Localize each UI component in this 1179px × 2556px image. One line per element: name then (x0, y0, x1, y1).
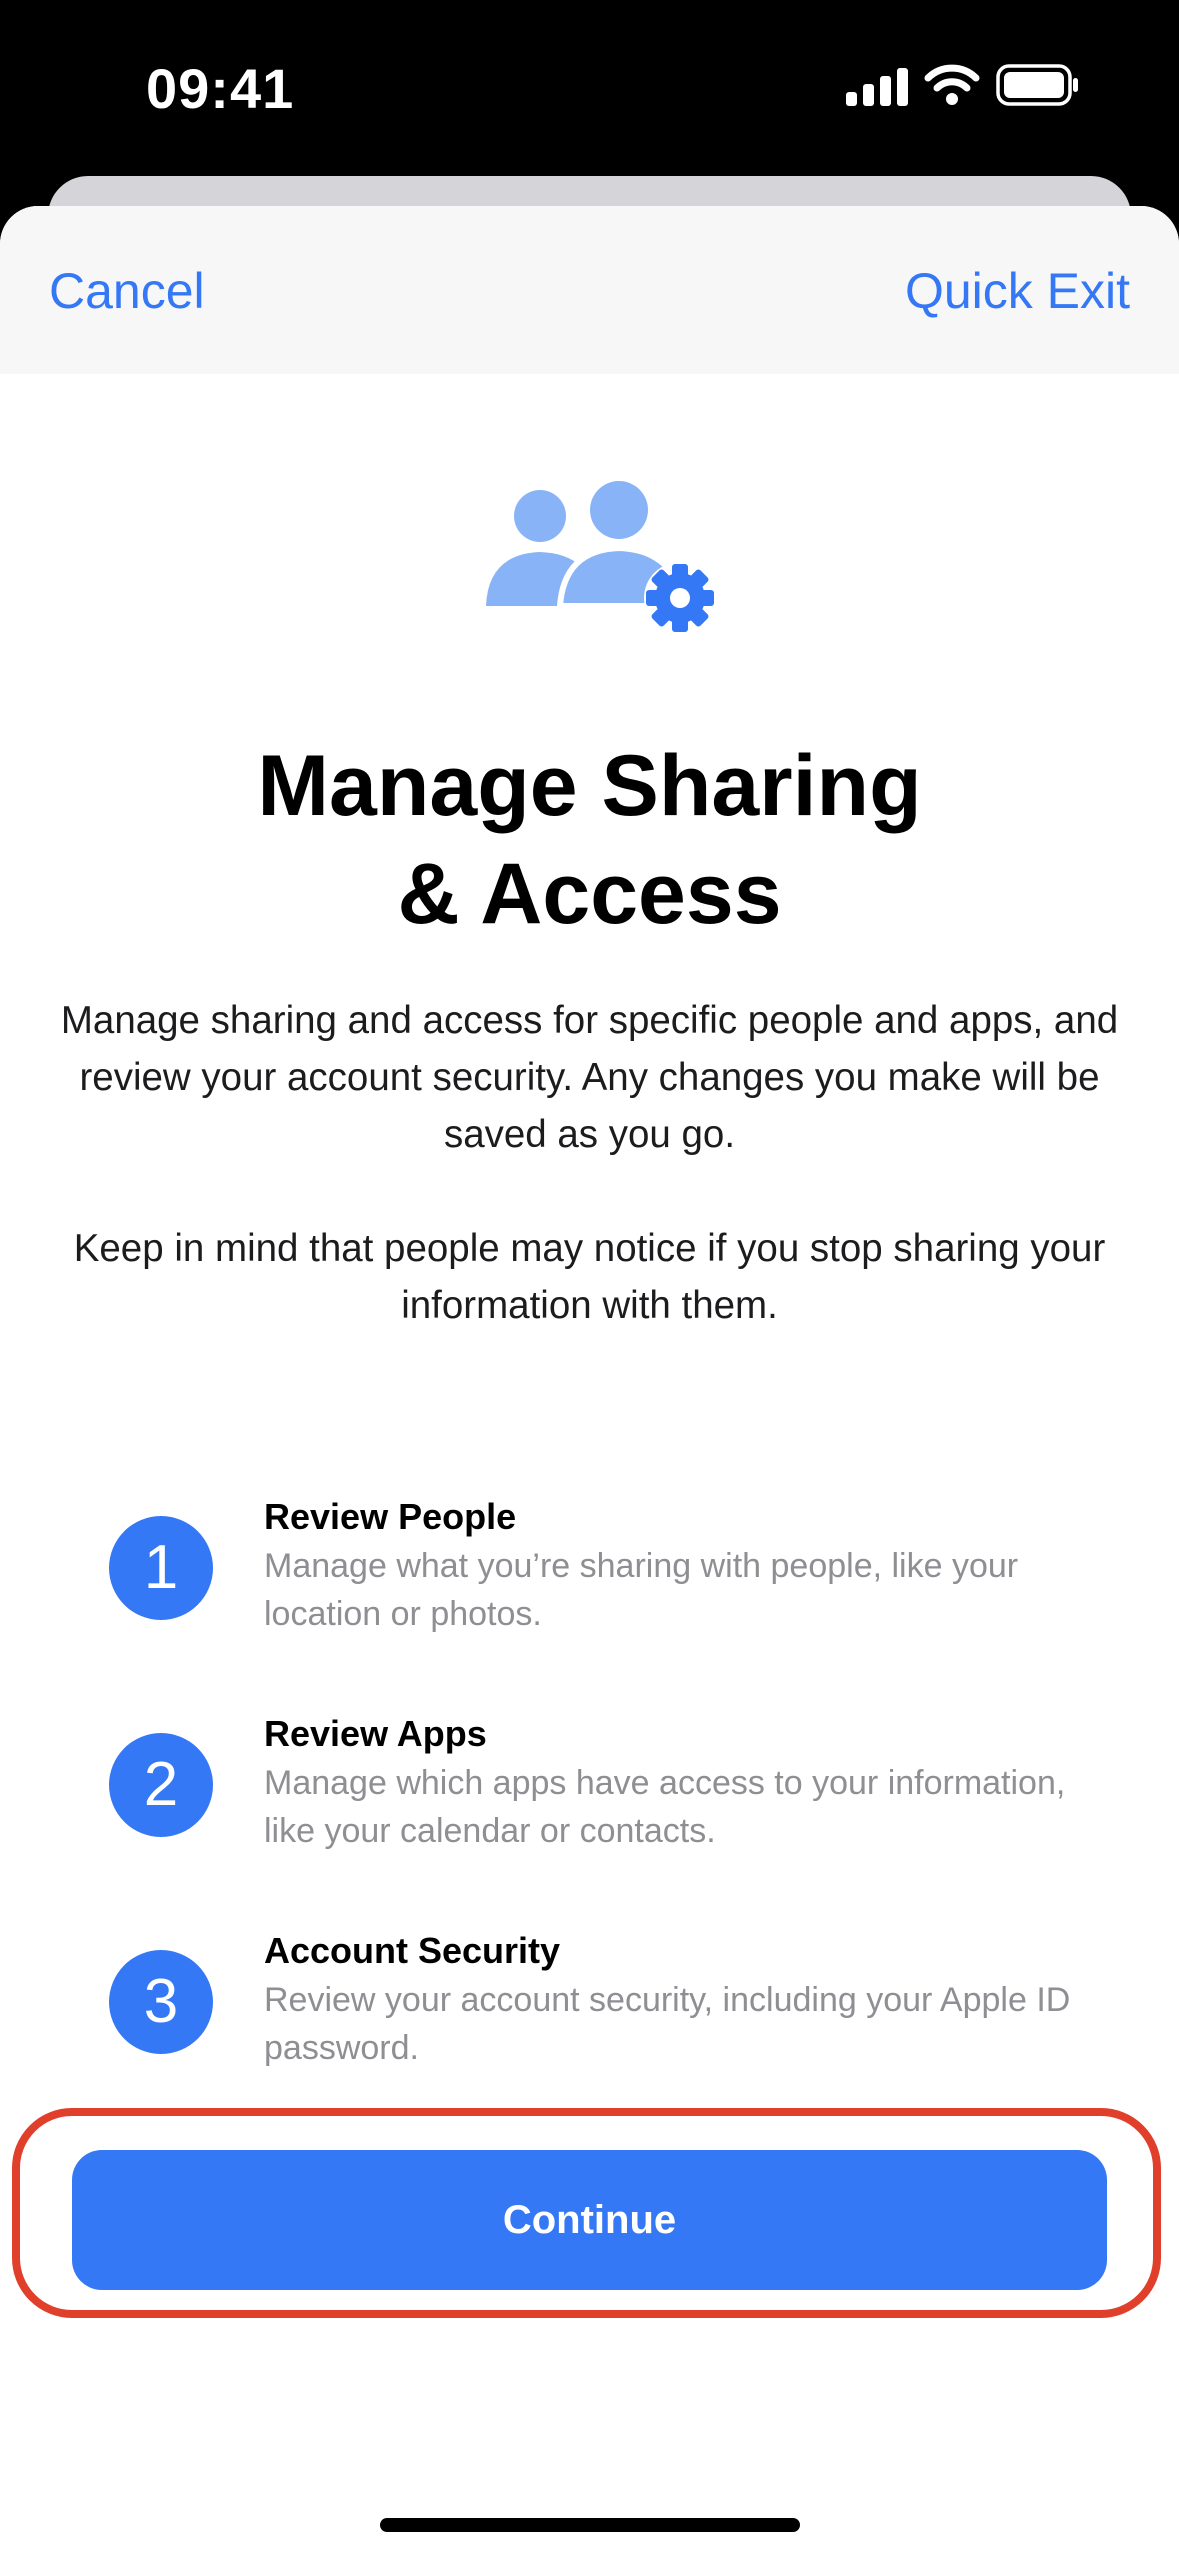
step-review-apps: 2 Review Apps Manage which apps have acc… (0, 1713, 1179, 1893)
wifi-icon (924, 64, 980, 105)
status-time: 09:41 (146, 57, 295, 120)
step-description: Manage what you’re sharing with people, … (264, 1547, 1019, 1633)
modal-sheet: Cancel Quick Exit Manage Sharing & Acces… (0, 206, 1179, 2556)
note-text: Keep in mind that people may notice if y… (73, 1227, 1106, 1327)
status-bar: 09:41 (0, 0, 1179, 176)
nav-bar: Cancel Quick Exit (0, 206, 1179, 374)
step-title: Account Security (264, 1930, 561, 1971)
step-number-badge: 2 (109, 1733, 213, 1837)
step-description: Manage which apps have access to your in… (264, 1764, 1066, 1850)
page-title: Manage Sharing & Access (0, 732, 1179, 948)
people-gear-icon (486, 481, 716, 634)
cellular-signal-icon (846, 68, 908, 106)
step-title: Review Apps (264, 1713, 487, 1754)
cancel-button[interactable]: Cancel (49, 262, 205, 320)
battery-icon (996, 64, 1078, 106)
page-title-line1: Manage Sharing (257, 738, 922, 834)
step-review-people: 1 Review People Manage what you’re shari… (0, 1496, 1179, 1676)
step-number-badge: 1 (109, 1516, 213, 1620)
quick-exit-button[interactable]: Quick Exit (905, 262, 1130, 320)
description-text: Manage sharing and access for specific p… (60, 999, 1119, 1156)
step-number-badge: 3 (109, 1950, 213, 2054)
step-description: Review your account security, including … (264, 1981, 1071, 2067)
continue-button[interactable]: Continue (72, 2150, 1107, 2290)
home-indicator[interactable] (380, 2518, 800, 2532)
step-title: Review People (264, 1496, 517, 1537)
step-account-security: 3 Account Security Review your account s… (0, 1930, 1179, 2110)
page-title-line2: & Access (397, 846, 782, 942)
